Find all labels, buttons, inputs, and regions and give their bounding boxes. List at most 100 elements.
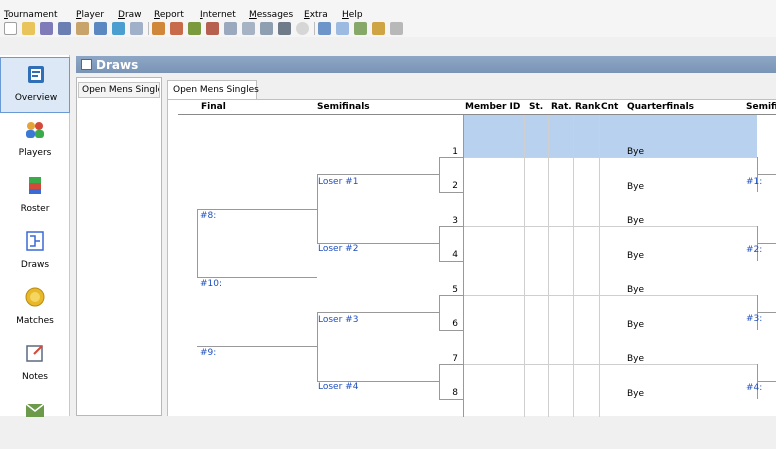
right-semifinal-entry[interactable]: #4:: [746, 383, 762, 393]
tab-open-mens-singles[interactable]: Open Mens Singles: [167, 80, 259, 100]
draws-icon: [24, 230, 46, 252]
player-icon[interactable]: [152, 22, 165, 35]
menu-extra[interactable]: Extra: [304, 10, 328, 21]
bracket-line: [197, 209, 198, 277]
menu-player[interactable]: Player: [76, 10, 104, 21]
grid-line: [464, 157, 757, 158]
player-add-icon[interactable]: [170, 22, 183, 35]
column-header-st: St.: [529, 102, 544, 112]
bracket-line: [317, 312, 439, 313]
grid-line: [464, 295, 757, 296]
bracket-line: [197, 277, 317, 278]
list-item[interactable]: Open Mens Singles: [78, 82, 160, 98]
menu-report[interactable]: Report: [154, 10, 184, 21]
column-header-member-id: Member ID: [465, 102, 521, 112]
sort-icon[interactable]: [390, 22, 403, 35]
menu-draw[interactable]: Draw: [118, 10, 142, 21]
schedule-icon[interactable]: [278, 22, 291, 35]
quarterfinal-entry[interactable]: Bye: [627, 320, 644, 330]
sidebar-item-notes[interactable]: Notes: [0, 337, 70, 393]
column-header-final: Final: [201, 102, 226, 112]
print-icon[interactable]: [94, 22, 107, 35]
bracket-line: [439, 226, 464, 227]
save-all-icon[interactable]: [58, 22, 71, 35]
bracket-line: [757, 381, 776, 382]
position-number: 8: [452, 388, 458, 398]
sidebar-item-matches[interactable]: Matches: [0, 281, 70, 337]
grid-line: [464, 364, 757, 365]
draw-edit-icon[interactable]: [242, 22, 255, 35]
report-list-icon[interactable]: [336, 22, 349, 35]
final-entry[interactable]: #9:: [200, 348, 216, 358]
right-semifinal-entry[interactable]: #3:: [746, 314, 762, 324]
wizard-icon[interactable]: [372, 22, 385, 35]
menu-help[interactable]: Help: [342, 10, 363, 21]
menu-internet[interactable]: Internet: [200, 10, 236, 21]
toolbar-separator: [314, 22, 315, 35]
overview-icon: [25, 63, 47, 85]
players-icon: [24, 118, 46, 140]
player-link-icon[interactable]: [188, 22, 201, 35]
semifinal-entry[interactable]: Loser #2: [318, 244, 358, 254]
bracket-line: [757, 174, 776, 175]
report-icon[interactable]: [318, 22, 331, 35]
matches-icon: [24, 286, 46, 308]
notes-icon: [24, 342, 46, 364]
messages-icon: [24, 398, 46, 420]
export-icon[interactable]: [354, 22, 367, 35]
sidebar-item-messages[interactable]: [0, 393, 70, 449]
final-entry[interactable]: #10:: [200, 279, 222, 289]
record-icon[interactable]: [296, 22, 309, 35]
column-header-rank: Rank: [575, 102, 601, 112]
quarterfinal-entry[interactable]: Bye: [627, 285, 644, 295]
menu-messages[interactable]: Messages: [249, 10, 293, 21]
grid-line: [463, 115, 464, 417]
bracket-line: [197, 346, 317, 347]
semifinal-entry[interactable]: Loser #4: [318, 382, 358, 392]
draw-list: Open Mens Singles: [76, 77, 162, 416]
quarterfinal-entry[interactable]: Bye: [627, 182, 644, 192]
sidebar-item-label: Roster: [20, 204, 50, 214]
new-icon[interactable]: [4, 22, 17, 35]
right-semifinal-entry[interactable]: #1:: [746, 177, 762, 187]
quarterfinal-entry[interactable]: Bye: [627, 147, 644, 157]
grid-line: [573, 115, 574, 417]
grid-line: [524, 115, 525, 417]
quarterfinal-entry[interactable]: Bye: [627, 389, 644, 399]
preview-icon[interactable]: [112, 22, 125, 35]
quarterfinal-entry[interactable]: Bye: [627, 251, 644, 261]
semifinal-entry[interactable]: Loser #1: [318, 177, 358, 187]
sidebar-item-label: Notes: [22, 372, 48, 382]
menu-tournament[interactable]: Tournament: [4, 10, 57, 21]
toolbar-separator: [148, 22, 149, 35]
semifinal-entry[interactable]: Loser #3: [318, 315, 358, 325]
draw-list-icon[interactable]: [260, 22, 273, 35]
bracket-line: [317, 174, 439, 175]
properties-icon[interactable]: [76, 22, 89, 35]
draw-icon[interactable]: [224, 22, 237, 35]
sidebar-item-draws[interactable]: Draws: [0, 225, 70, 281]
position-number: 4: [452, 250, 458, 260]
right-semifinal-entry[interactable]: #2:: [746, 245, 762, 255]
panel-title: Draws: [96, 58, 139, 72]
mail-icon[interactable]: [130, 22, 143, 35]
sidebar-item-roster[interactable]: Roster: [0, 169, 70, 225]
bracket-line: [439, 330, 464, 331]
menu-bar: [0, 0, 776, 21]
sidebar-item-label: Overview: [14, 93, 58, 103]
bracket-line: [439, 364, 464, 365]
sidebar-item-label: Players: [18, 148, 52, 158]
save-icon[interactable]: [40, 22, 53, 35]
bracket-line: [757, 243, 776, 244]
position-number: 7: [452, 354, 458, 364]
sidebar-item-players[interactable]: Players: [0, 113, 70, 169]
final-entry[interactable]: #8:: [200, 211, 216, 221]
column-header-cnt: Cnt: [601, 102, 619, 112]
sidebar-item-overview[interactable]: Overview: [0, 57, 70, 113]
selected-row[interactable]: [464, 115, 757, 157]
bracket-line: [439, 157, 464, 158]
player-remove-icon[interactable]: [206, 22, 219, 35]
quarterfinal-entry[interactable]: Bye: [627, 216, 644, 226]
open-icon[interactable]: [22, 22, 35, 35]
quarterfinal-entry[interactable]: Bye: [627, 354, 644, 364]
